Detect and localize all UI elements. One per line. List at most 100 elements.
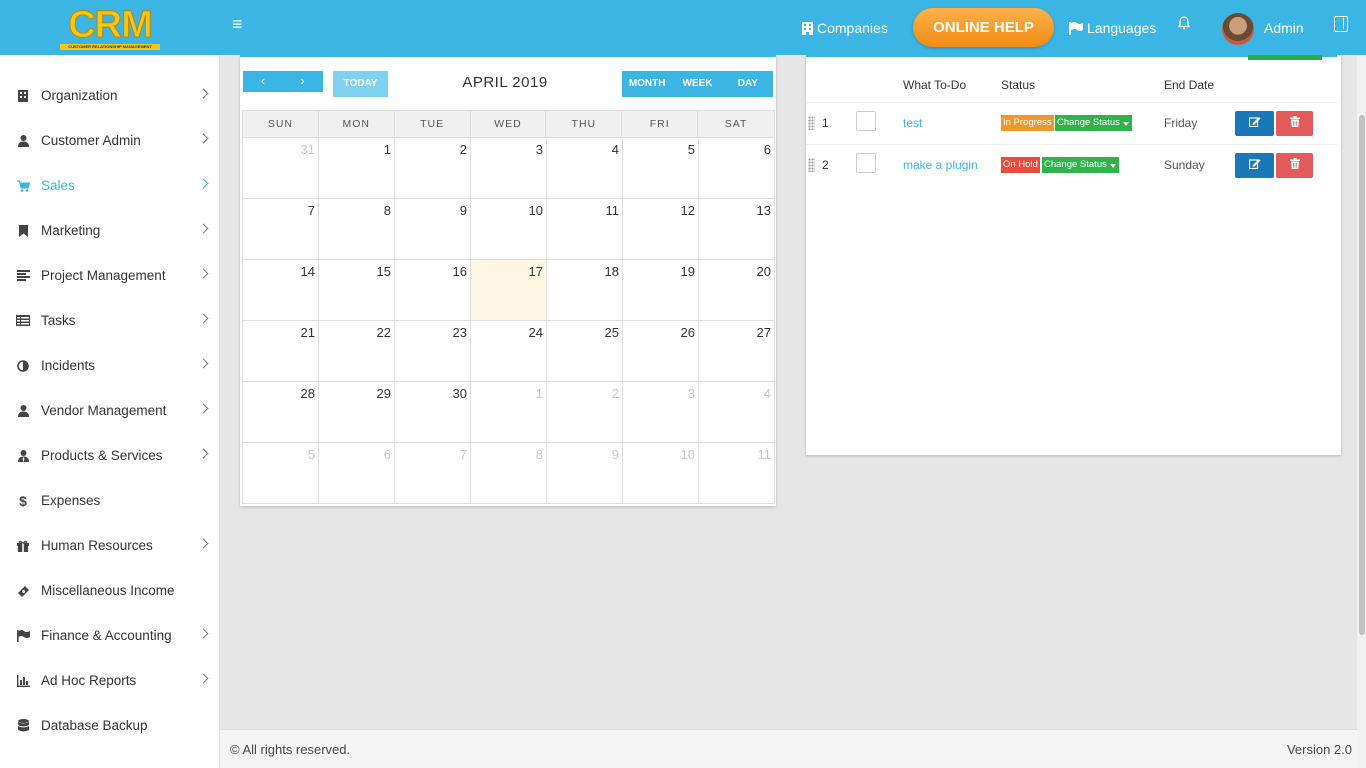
sidebar-item-incidents[interactable]: Incidents [0, 343, 219, 388]
control-sidebar-toggle-icon[interactable] [1334, 16, 1348, 32]
sidebar-item-vendor-management[interactable]: Vendor Management [0, 388, 219, 433]
calendar-day-cell[interactable]: 9 [547, 443, 623, 504]
sidebar-item-products-services[interactable]: Products & Services [0, 433, 219, 478]
calendar-today-button[interactable]: TODAY [333, 71, 388, 97]
calendar-day-cell[interactable]: 10 [623, 443, 699, 504]
calendar-day-number: 7 [459, 447, 467, 462]
user-avatar[interactable] [1222, 13, 1254, 45]
todo-panel: What To-Do Status End Date 1 test In Pro… [806, 55, 1341, 455]
add-todo-button[interactable] [1248, 55, 1322, 60]
calendar-day-cell[interactable]: 6 [319, 443, 395, 504]
calendar-day-cell[interactable]: 23 [395, 321, 471, 382]
page-scrollbar[interactable] [1357, 55, 1366, 768]
row-number: 2 [822, 158, 829, 172]
calendar-day-cell[interactable]: 11 [547, 199, 623, 260]
sidebar-item-customer-admin[interactable]: Customer Admin [0, 118, 219, 163]
change-status-dropdown[interactable]: Change Status [1042, 157, 1119, 173]
calendar-day-cell[interactable]: 2 [395, 138, 471, 199]
calendar-next-button[interactable]: › [282, 71, 323, 92]
todo-task-link[interactable]: test [903, 116, 922, 130]
calendar-day-cell[interactable]: 29 [319, 382, 395, 443]
sidebar-item-marketing[interactable]: Marketing [0, 208, 219, 253]
calendar-day-cell[interactable]: 5 [243, 443, 319, 504]
scrollbar-thumb[interactable] [1359, 115, 1365, 635]
sidebar-item-finance-accounting[interactable]: Finance & Accounting [0, 613, 219, 658]
sidebar-item-sales[interactable]: Sales [0, 163, 219, 208]
languages-link[interactable]: Languages [1069, 17, 1156, 39]
calendar-day-cell[interactable]: 31 [243, 138, 319, 199]
calendar-day-cell[interactable]: 30 [395, 382, 471, 443]
sidebar-item-ad-hoc-reports[interactable]: Ad Hoc Reports [0, 658, 219, 703]
calendar-day-cell[interactable]: 18 [547, 260, 623, 321]
calendar-day-cell[interactable]: 17 [471, 260, 547, 321]
bar-chart-icon [16, 674, 30, 688]
calendar-day-cell[interactable]: 3 [471, 138, 547, 199]
calendar-day-cell[interactable]: 26 [623, 321, 699, 382]
calendar-day-cell[interactable]: 3 [623, 382, 699, 443]
user-name[interactable]: Admin [1264, 17, 1304, 39]
sidebar-item-partial[interactable] [0, 55, 219, 65]
calendar-day-cell[interactable]: 25 [547, 321, 623, 382]
calendar-day-cell[interactable]: 21 [243, 321, 319, 382]
calendar-day-cell[interactable]: 7 [243, 199, 319, 260]
calendar-day-number: 10 [528, 203, 543, 218]
calendar-day-cell[interactable]: 8 [319, 199, 395, 260]
calendar-day-cell[interactable]: 16 [395, 260, 471, 321]
calendar-day-cell[interactable]: 8 [471, 443, 547, 504]
money-bill-icon [16, 584, 30, 598]
companies-link[interactable]: Companies [802, 17, 888, 39]
sidebar-item-organization[interactable]: Organization [0, 73, 219, 118]
sidebar-item-label: Human Resources [41, 538, 153, 553]
calendar-day-cell[interactable]: 13 [699, 199, 775, 260]
drag-handle-icon[interactable] [808, 116, 815, 130]
view-month-button[interactable]: MONTH [622, 71, 672, 97]
calendar-day-cell[interactable]: 4 [547, 138, 623, 199]
notification-bell-icon[interactable] [1177, 16, 1194, 34]
calendar-day-cell[interactable]: 22 [319, 321, 395, 382]
crm-logo[interactable]: CRM CUSTOMER RELATIONSHIP MANAGEMENT [60, 6, 160, 50]
hamburger-menu-icon[interactable]: ≡ [232, 15, 250, 33]
calendar-day-cell[interactable]: 4 [699, 382, 775, 443]
edit-button[interactable] [1235, 111, 1274, 136]
calendar-day-cell[interactable]: 10 [471, 199, 547, 260]
calendar-day-cell[interactable]: 2 [547, 382, 623, 443]
calendar-day-cell[interactable]: 7 [395, 443, 471, 504]
row-checkbox[interactable] [856, 111, 876, 131]
online-help-button[interactable]: ONLINE HELP [913, 8, 1054, 47]
calendar-day-cell[interactable]: 27 [699, 321, 775, 382]
sidebar-item-database-backup[interactable]: Database Backup [0, 703, 219, 748]
calendar-day-cell[interactable]: 6 [699, 138, 775, 199]
edit-button[interactable] [1235, 153, 1274, 178]
calendar-day-cell[interactable]: 28 [243, 382, 319, 443]
calendar-day-cell[interactable]: 15 [319, 260, 395, 321]
calendar-day-cell[interactable]: 24 [471, 321, 547, 382]
change-status-dropdown[interactable]: Change Status [1055, 115, 1132, 131]
tasks-list-icon [16, 314, 30, 328]
sidebar-item-expenses[interactable]: $ Expenses [0, 478, 219, 523]
calendar-day-cell[interactable]: 14 [243, 260, 319, 321]
calendar-day-cell[interactable]: 1 [319, 138, 395, 199]
row-checkbox[interactable] [856, 153, 876, 173]
sidebar-item-project-management[interactable]: Project Management [0, 253, 219, 298]
delete-button[interactable] [1276, 153, 1313, 178]
sidebar-item-miscellaneous-income[interactable]: Miscellaneous Income [0, 568, 219, 613]
view-day-button[interactable]: DAY [723, 71, 773, 97]
todo-task-link[interactable]: make a plugin [903, 158, 978, 172]
calendar-day-number: 5 [307, 447, 315, 462]
calendar-day-cell[interactable]: 19 [623, 260, 699, 321]
footer: © All rights reserved. Version 2.0 [220, 729, 1357, 768]
calendar-day-cell[interactable]: 12 [623, 199, 699, 260]
delete-button[interactable] [1276, 111, 1313, 136]
sidebar-item-human-resources[interactable]: Human Resources [0, 523, 219, 568]
chevron-right-icon: › [300, 73, 305, 88]
calendar-day-cell[interactable]: 11 [699, 443, 775, 504]
calendar-day-cell[interactable]: 9 [395, 199, 471, 260]
calendar-day-cell[interactable]: 20 [699, 260, 775, 321]
calendar-day-cell[interactable]: 5 [623, 138, 699, 199]
calendar-day-cell[interactable]: 1 [471, 382, 547, 443]
sidebar-item-tasks[interactable]: Tasks [0, 298, 219, 343]
view-week-button[interactable]: WEEK [672, 71, 722, 97]
chevron-right-icon [198, 133, 209, 144]
drag-handle-icon[interactable] [808, 158, 815, 172]
calendar-prev-button[interactable]: ‹ [243, 71, 283, 92]
